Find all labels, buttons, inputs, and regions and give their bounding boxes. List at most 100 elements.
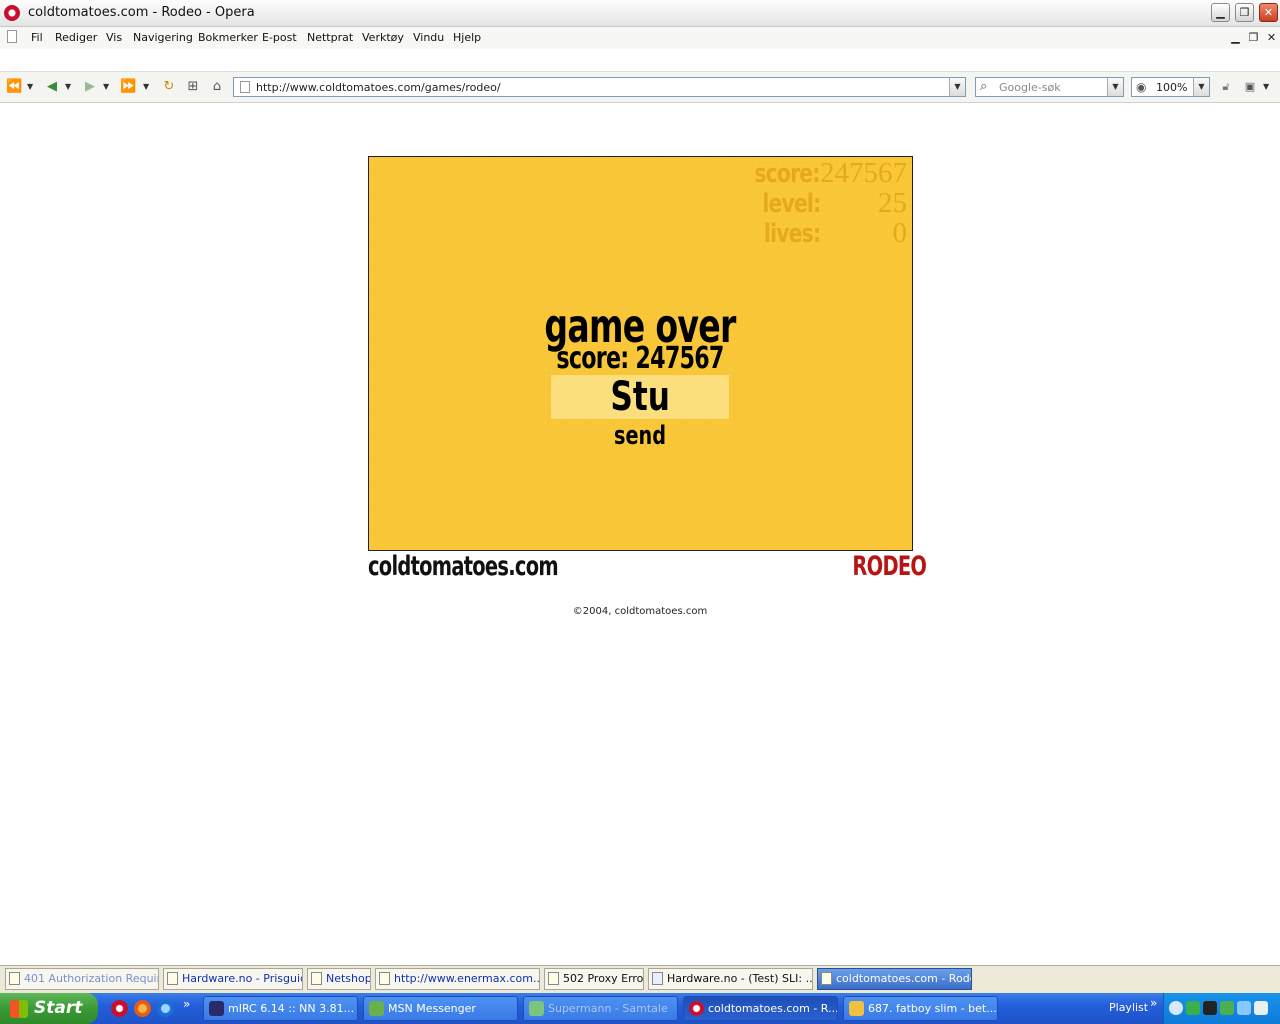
maximize-button[interactable]: ❐ xyxy=(1235,3,1254,22)
send-button[interactable]: send xyxy=(566,421,714,451)
taskbar: Start » mIRC 6.14 :: NN 3.81... MSN Mess… xyxy=(0,993,1280,1024)
zoom-box[interactable]: ◉ 100% ▼ xyxy=(1131,77,1210,97)
system-tray xyxy=(1163,993,1280,1024)
tab-netshop[interactable]: Netshop xyxy=(307,968,371,990)
task-supermann[interactable]: Supermann - Samtale xyxy=(523,996,678,1021)
panels-icon[interactable]: ⊞ xyxy=(185,79,201,95)
msn-icon xyxy=(369,1001,384,1016)
final-score: score: 247567 xyxy=(556,341,724,376)
tab-coldtomatoes[interactable]: coldtomatoes.com - Rodeo xyxy=(817,968,972,990)
rewind-icon[interactable]: ⏪ xyxy=(6,79,22,95)
tab-hardware-sli[interactable]: Hardware.no - (Test) SLI: ... xyxy=(648,968,813,990)
title-bar: coldtomatoes.com - Rodeo - Opera ▁ ❐ ✕ xyxy=(0,0,1280,27)
search-box[interactable]: ⌕ Google-søk ▼ xyxy=(975,77,1124,97)
tray-mail-icon[interactable] xyxy=(1254,1001,1268,1015)
fast-forward-icon[interactable]: ⏩ xyxy=(120,79,136,95)
page-icon xyxy=(9,972,20,985)
tray-msn-icon[interactable] xyxy=(1186,1001,1200,1015)
msn-chat-icon xyxy=(529,1001,544,1016)
start-button[interactable]: Start xyxy=(0,993,98,1024)
back-icon[interactable]: ◀ xyxy=(44,79,60,95)
home-icon[interactable]: ⌂ xyxy=(209,79,225,95)
chevron-down-icon[interactable]: ▼ xyxy=(143,82,149,91)
firefox-icon[interactable] xyxy=(134,1000,151,1017)
chevron-down-icon[interactable]: ▼ xyxy=(65,82,71,91)
forward-icon[interactable]: ▶ xyxy=(82,79,98,95)
tab-502[interactable]: 502 Proxy Error xyxy=(544,968,644,990)
search-input[interactable]: Google-søk xyxy=(999,81,1061,94)
tray-volume-icon[interactable] xyxy=(1237,1001,1251,1015)
chevron-down-icon[interactable]: ▼ xyxy=(1263,82,1269,91)
address-bar[interactable]: http://www.coldtomatoes.com/games/rodeo/… xyxy=(233,77,966,97)
hud-score-value: 247567 xyxy=(820,157,907,189)
tab-enermax[interactable]: http://www.enermax.com.... xyxy=(375,968,540,990)
chevron-down-icon[interactable]: ▼ xyxy=(27,82,33,91)
close-button[interactable]: ✕ xyxy=(1259,3,1278,22)
windows-flag-icon xyxy=(10,1000,28,1018)
tray-network-icon[interactable] xyxy=(1220,1001,1234,1015)
rodeo-logo: RODEO xyxy=(852,551,927,582)
page-icon xyxy=(379,972,390,985)
name-input-value: Stu xyxy=(610,374,670,420)
hud-lives-label: lives: xyxy=(763,219,821,249)
ie-icon[interactable] xyxy=(157,1000,174,1017)
menu-epost[interactable]: E-post xyxy=(262,31,297,44)
doc-minimize-button[interactable]: ▁ xyxy=(1228,31,1243,46)
menu-vis[interactable]: Vis xyxy=(106,31,122,44)
page-icon xyxy=(167,972,178,985)
tray-steam-icon[interactable] xyxy=(1203,1001,1217,1015)
minimize-button[interactable]: ▁ xyxy=(1211,3,1230,22)
address-input[interactable]: http://www.coldtomatoes.com/games/rodeo/ xyxy=(256,81,501,94)
doc-close-button[interactable]: ✕ xyxy=(1264,31,1279,46)
chevron-down-icon[interactable]: ▼ xyxy=(103,82,109,91)
eye-icon: ◉ xyxy=(1136,80,1147,94)
page-icon xyxy=(548,972,559,985)
task-msn[interactable]: MSN Messenger xyxy=(363,996,518,1021)
task-mirc[interactable]: mIRC 6.14 :: NN 3.81... xyxy=(203,996,358,1021)
menu-hjelp[interactable]: Hjelp xyxy=(453,31,481,44)
menu-rediger[interactable]: Rediger xyxy=(55,31,97,44)
menu-navigering[interactable]: Navigering xyxy=(133,31,193,44)
menu-vindu[interactable]: Vindu xyxy=(413,31,444,44)
opera-icon[interactable] xyxy=(111,1000,128,1017)
name-input[interactable]: Stu xyxy=(551,375,729,419)
hud-level-label: level: xyxy=(761,189,821,219)
tab-bar: 401 Authorization Required Hardware.no -… xyxy=(0,965,1280,993)
task-opera[interactable]: coldtomatoes.com - R... xyxy=(683,996,838,1021)
menu-verktoy[interactable]: Verktøy xyxy=(362,31,404,44)
address-dropdown-button[interactable]: ▼ xyxy=(949,78,965,96)
search-icon: ⌕ xyxy=(980,79,988,94)
winamp-icon xyxy=(849,1001,864,1016)
tray-arrow-icon[interactable] xyxy=(1169,1001,1183,1015)
mirc-icon xyxy=(209,1001,224,1016)
menu-bokmerker[interactable]: Bokmerker xyxy=(198,31,258,44)
hud-score-label: score: xyxy=(754,159,821,189)
copyright-text: ©2004, coldtomatoes.com xyxy=(572,606,708,617)
task-fatboy-slim[interactable]: 687. fatboy slim - bet... xyxy=(843,996,998,1021)
window-title: coldtomatoes.com - Rodeo - Opera xyxy=(28,5,255,20)
doc-restore-button[interactable]: ❐ xyxy=(1246,31,1261,46)
menu-fil[interactable]: Fil xyxy=(31,31,43,44)
navigation-toolbar: ⏪ ▼ ◀ ▼ ▶ ▼ ⏩ ▼ ↻ ⊞ ⌂ http://www.coldtom… xyxy=(0,71,1280,103)
quicklaunch-more[interactable]: » xyxy=(183,997,190,1011)
page-icon xyxy=(311,972,322,985)
site-logo[interactable]: coldtomatoes.com xyxy=(368,551,559,582)
tab-prisguide[interactable]: Hardware.no - Prisguide xyxy=(163,968,303,990)
hud-lives-value: 0 xyxy=(892,217,908,249)
playlist-label[interactable]: Playlist xyxy=(1109,1001,1148,1014)
menu-nettprat[interactable]: Nettprat xyxy=(307,31,353,44)
document-icon xyxy=(7,30,17,43)
reload-icon[interactable]: ↻ xyxy=(161,79,177,95)
camera-icon[interactable]: ▣ xyxy=(1242,79,1258,95)
tray-expand[interactable]: » xyxy=(1150,996,1157,1010)
opera-icon xyxy=(689,1001,704,1016)
hw-icon xyxy=(652,972,663,985)
search-dropdown-button[interactable]: ▼ xyxy=(1107,78,1123,96)
zoom-value[interactable]: 100% xyxy=(1156,81,1187,94)
page-icon xyxy=(240,81,250,93)
page-icon xyxy=(821,972,832,985)
tab-401[interactable]: 401 Authorization Required xyxy=(5,968,159,990)
zoom-dropdown-button[interactable]: ▼ xyxy=(1193,78,1209,96)
lock-icon[interactable]: 🔓︎ xyxy=(1218,79,1234,95)
game-area[interactable]: score: 247567 level: 25 lives: 0 game ov… xyxy=(368,156,913,551)
